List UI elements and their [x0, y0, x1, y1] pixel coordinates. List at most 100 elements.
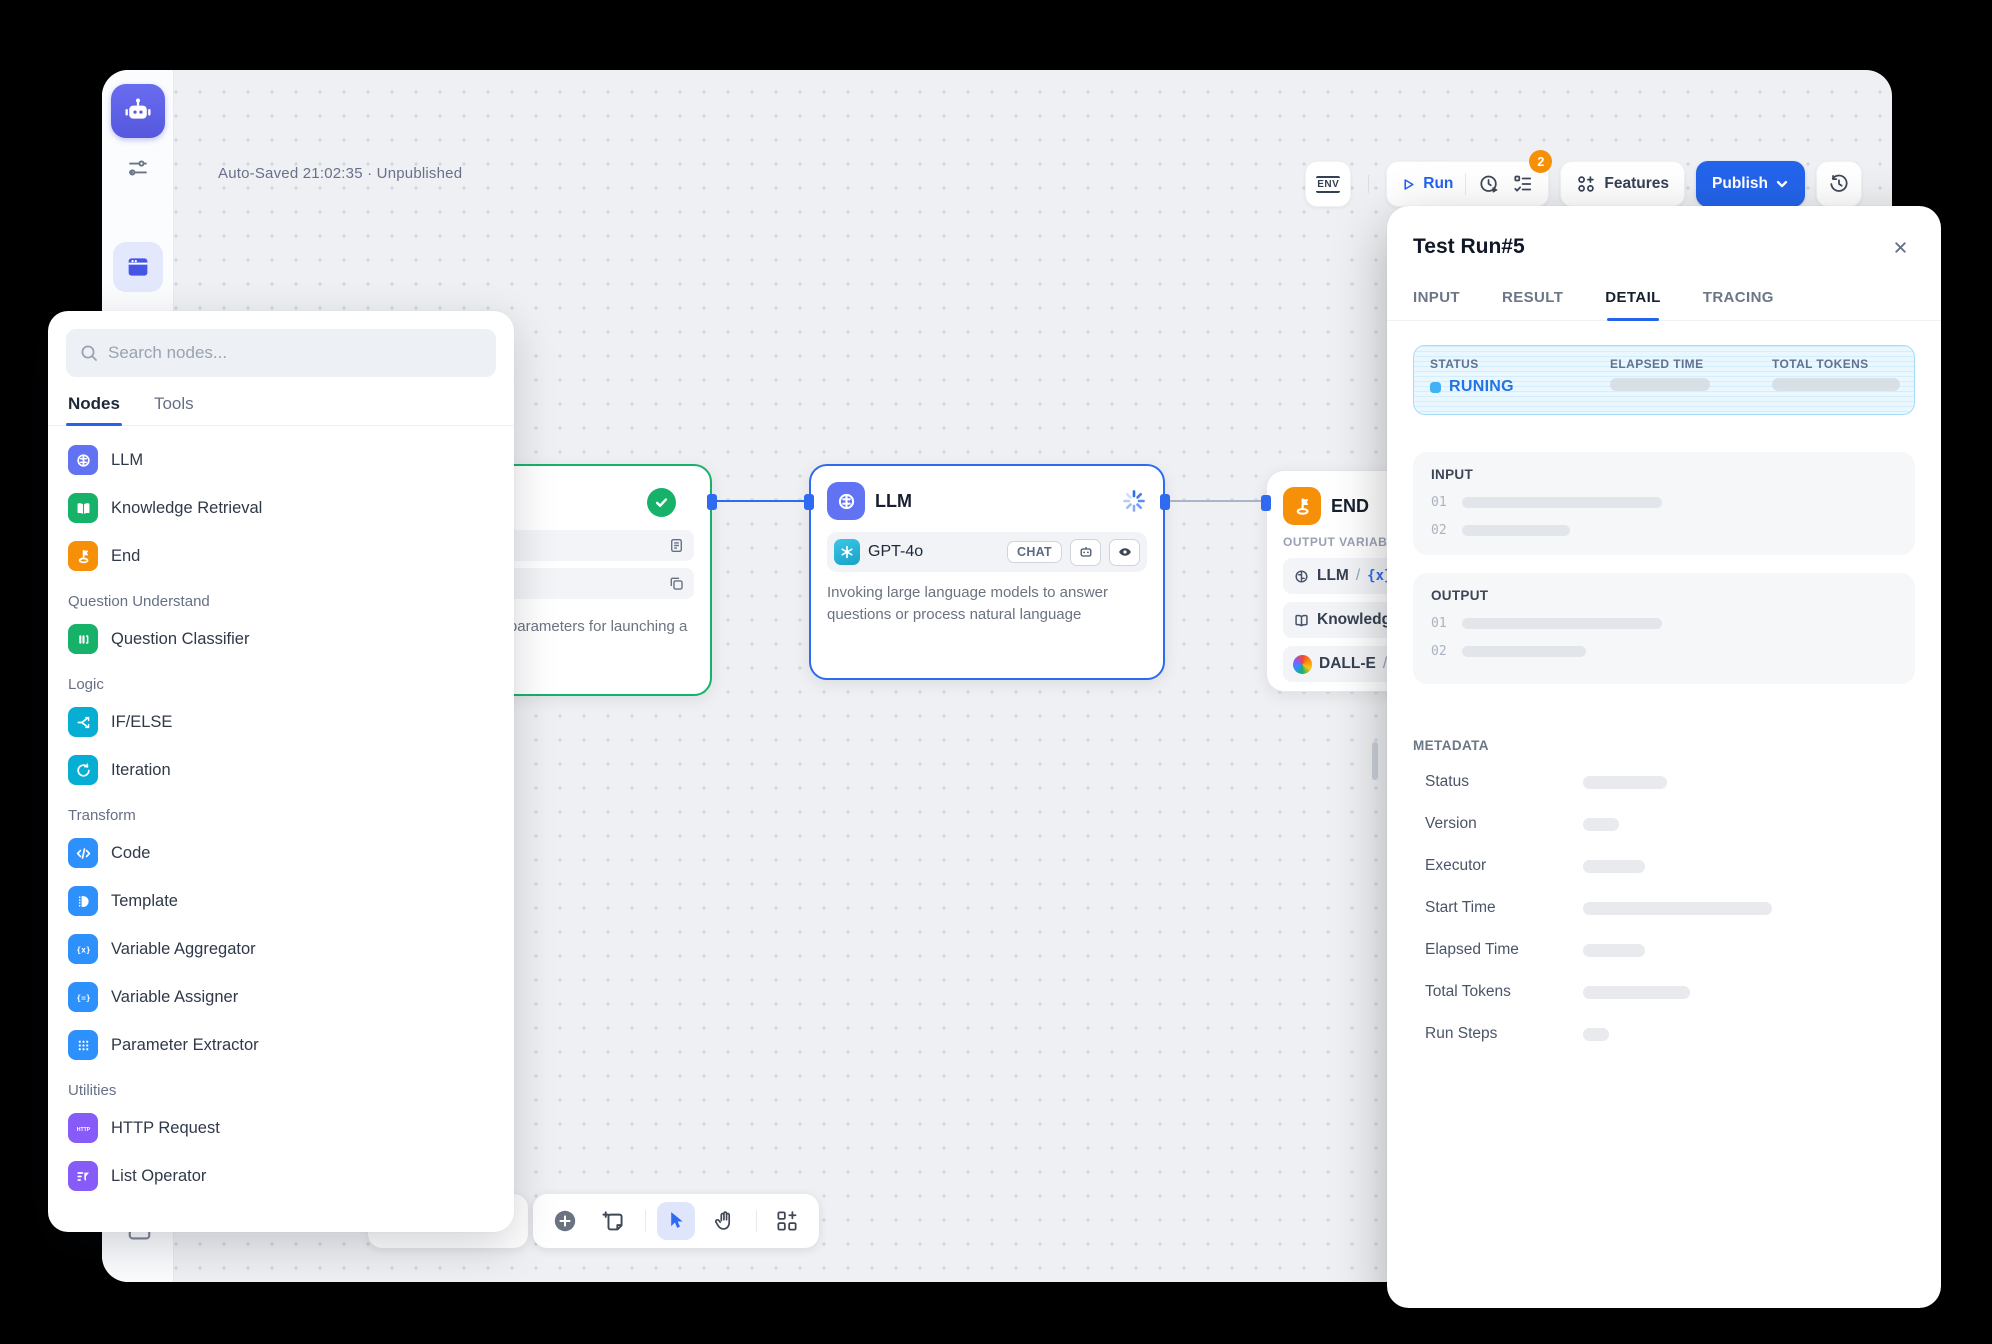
input-handle[interactable] — [804, 494, 814, 510]
node-item-parameter-extractor[interactable]: Parameter Extractor — [66, 1021, 496, 1069]
llm-node[interactable]: LLM GPT-4o CHAT Invoking large language … — [809, 464, 1165, 680]
organize-nodes-button[interactable] — [768, 1202, 806, 1240]
node-item-label: LLM — [111, 451, 143, 470]
search-icon — [79, 343, 99, 363]
divider — [1368, 175, 1369, 193]
llm-node-title: LLM — [875, 491, 1111, 512]
edge-llm-end — [1165, 500, 1266, 502]
search-box[interactable] — [66, 329, 496, 377]
metadata-row: Elapsed Time — [1413, 929, 1915, 971]
features-icon — [1576, 174, 1596, 194]
node-item-http-request[interactable]: HTTPHTTP Request — [66, 1104, 496, 1152]
skeleton-bar — [1610, 378, 1710, 391]
skeleton-bar — [1583, 776, 1667, 789]
panel-window-icon[interactable] — [113, 242, 163, 292]
app-robot-logo[interactable] — [111, 84, 165, 138]
env-icon: ENV — [1316, 176, 1340, 193]
variable-aggregator-icon: {x} — [68, 934, 98, 964]
row-index: 01 — [1431, 495, 1447, 510]
input-title: INPUT — [1431, 467, 1897, 482]
output-card: OUTPUT 0102 — [1413, 573, 1915, 684]
openai-icon — [834, 539, 860, 565]
checklist-icon[interactable] — [1512, 173, 1534, 195]
node-item-label: Knowledge Retrieval — [111, 499, 262, 518]
node-search-panel: Nodes Tools LLM Knowledge Retrieval End Que… — [48, 311, 514, 1232]
version-history-button[interactable] — [1816, 161, 1862, 207]
skeleton-bar — [1462, 646, 1586, 657]
node-item-end[interactable]: End — [66, 532, 496, 580]
metadata-row: Status — [1413, 761, 1915, 803]
list-operator-icon — [68, 1161, 98, 1191]
node-item-knowledge-retrieval[interactable]: Knowledge Retrieval — [66, 484, 496, 532]
node-section-label: Logic — [68, 676, 494, 693]
skeleton-bar — [1583, 860, 1645, 873]
metadata-label: Elapsed Time — [1425, 941, 1583, 959]
node-item-question-classifier[interactable]: Question Classifier — [66, 615, 496, 663]
features-button[interactable]: Features — [1560, 161, 1685, 207]
tab-result[interactable]: RESULT — [1502, 289, 1563, 306]
node-panel-tabs: Nodes Tools — [48, 394, 514, 426]
node-item-code[interactable]: Code — [66, 829, 496, 877]
node-item-variable-aggregator[interactable]: {x}Variable Aggregator — [66, 925, 496, 973]
status-value: RUNING — [1449, 378, 1514, 396]
chevron-down-icon — [1775, 177, 1789, 191]
node-list: LLMKnowledge RetrievalEndQuestion Unders… — [66, 426, 496, 1200]
question-classifier-icon — [68, 624, 98, 654]
skeleton-bar — [1462, 525, 1570, 536]
add-node-button[interactable] — [546, 1202, 584, 1240]
tab-nodes[interactable]: Nodes — [68, 394, 120, 414]
metadata-row: Total Tokens — [1413, 971, 1915, 1013]
model-selector[interactable]: GPT-4o CHAT — [827, 532, 1147, 572]
add-note-button[interactable] — [595, 1202, 633, 1240]
llm-node-description: Invoking large language models to answer… — [811, 572, 1163, 642]
metadata-row: Run Steps — [1413, 1013, 1915, 1055]
close-icon[interactable] — [1885, 232, 1915, 262]
run-history-icon[interactable] — [1478, 173, 1500, 195]
divider — [756, 1210, 757, 1232]
node-item-label: Variable Assigner — [111, 988, 238, 1007]
node-item-label: List Operator — [111, 1167, 206, 1186]
node-item-if-else[interactable]: IF/ELSE — [66, 698, 496, 746]
metadata-label: Version — [1425, 815, 1583, 833]
node-item-llm[interactable]: LLM — [66, 436, 496, 484]
panel-resize-handle[interactable] — [1372, 742, 1378, 780]
env-button[interactable]: ENV — [1305, 161, 1351, 207]
template-icon — [68, 886, 98, 916]
vision-eye-icon[interactable] — [1109, 539, 1140, 566]
input-handle[interactable] — [1261, 495, 1271, 511]
memory-robot-icon[interactable] — [1070, 539, 1101, 566]
skeleton-bar — [1583, 986, 1690, 999]
hand-mode-button[interactable] — [706, 1202, 744, 1240]
node-item-variable-assigner[interactable]: {=}Variable Assigner — [66, 973, 496, 1021]
output-handle[interactable] — [1160, 494, 1170, 510]
node-item-template[interactable]: Template — [66, 877, 496, 925]
pointer-mode-button[interactable] — [657, 1202, 695, 1240]
tab-detail[interactable]: DETAIL — [1605, 289, 1660, 306]
row-index: 01 — [1431, 616, 1447, 631]
publish-button[interactable]: Publish — [1696, 161, 1805, 207]
row-index: 02 — [1431, 644, 1447, 659]
search-input[interactable] — [108, 343, 483, 363]
variable-node-label: LLM — [1317, 567, 1349, 585]
io-row: 02 — [1431, 644, 1897, 659]
output-handle[interactable] — [707, 494, 717, 510]
knowledge-retrieval-icon — [68, 493, 98, 523]
panel-title: Test Run#5 — [1413, 235, 1525, 259]
io-row: 01 — [1431, 495, 1897, 510]
edge-start-llm — [712, 500, 809, 502]
node-item-list-operator[interactable]: List Operator — [66, 1152, 496, 1200]
metadata-row: Version — [1413, 803, 1915, 845]
model-name: GPT-4o — [868, 543, 999, 561]
book-outline-icon — [1293, 612, 1310, 629]
run-button-group: Run 2 — [1386, 161, 1549, 207]
play-icon — [1401, 177, 1416, 192]
tab-tracing[interactable]: TRACING — [1703, 289, 1774, 306]
svg-text:HTTP: HTTP — [76, 1126, 90, 1132]
run-button[interactable]: Run — [1401, 175, 1453, 193]
input-card: INPUT 0102 — [1413, 452, 1915, 555]
tab-tools[interactable]: Tools — [154, 394, 194, 414]
tab-input[interactable]: INPUT — [1413, 289, 1460, 306]
topbar-actions: ENV Run 2 Features Publish — [102, 161, 1892, 207]
dalle-icon — [1293, 655, 1312, 674]
node-item-iteration[interactable]: Iteration — [66, 746, 496, 794]
